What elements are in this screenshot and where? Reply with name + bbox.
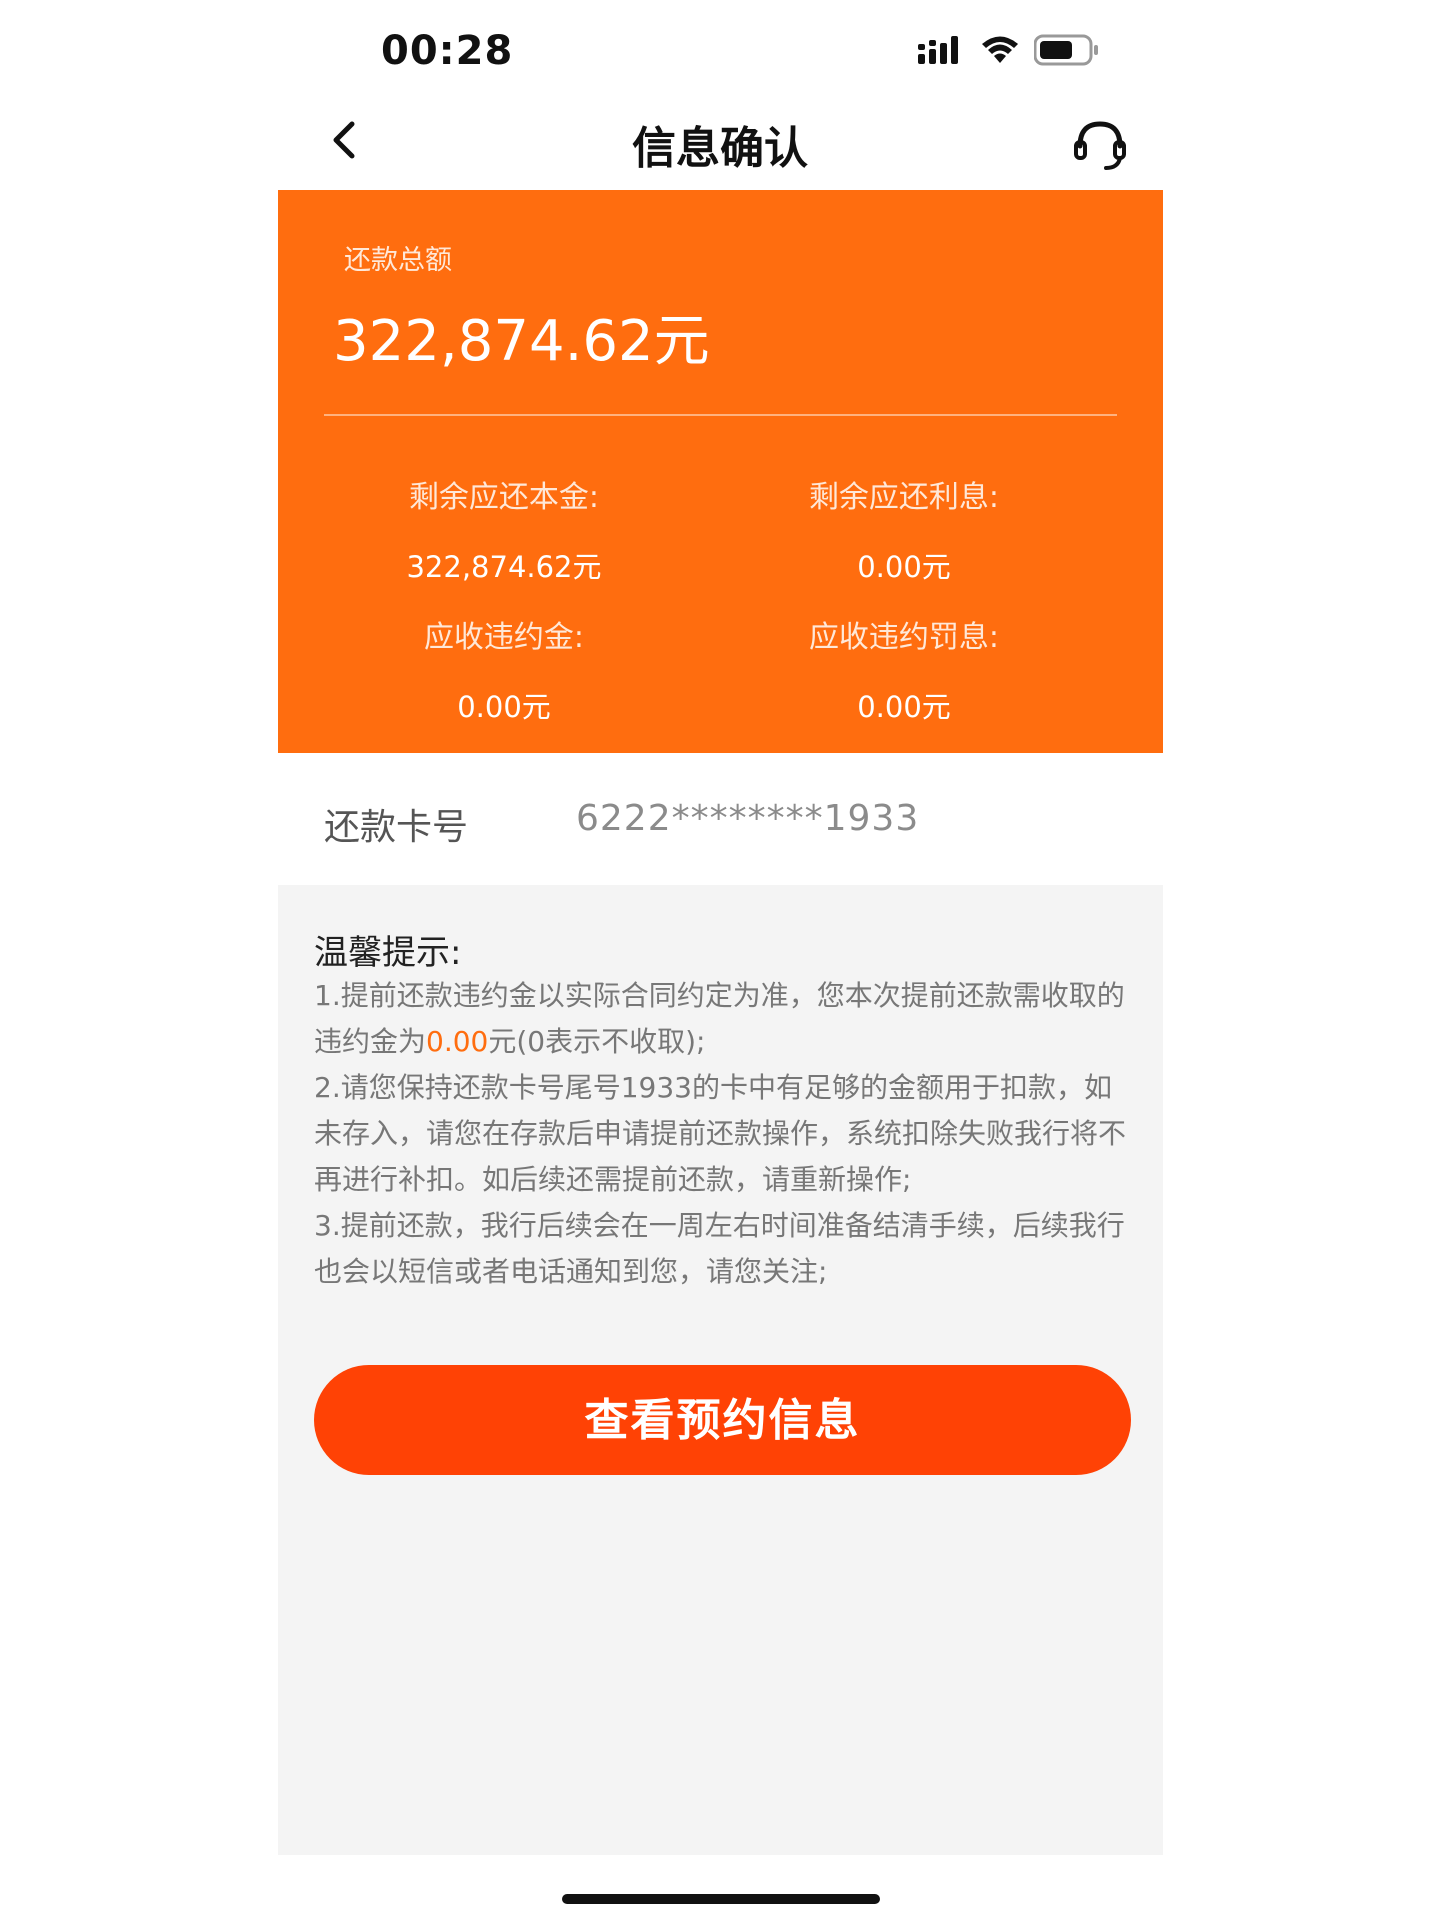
tip-item-1: 1.提前还款违约金以实际合同约定为准，您本次提前还款需收取的违约金为0.00元(… — [314, 973, 1134, 1065]
tip-item-3: 3.提前还款，我行后续会在一周左右时间准备结清手续，后续我行也会以短信或者电话通… — [314, 1209, 1125, 1288]
tips-section: 温馨提示: 1.提前还款违约金以实际合同约定为准，您本次提前还款需收取的违约金为… — [278, 885, 1163, 1855]
battery-icon — [1034, 34, 1098, 66]
remaining-principal-value: 322,874.62元 — [406, 550, 602, 584]
divider — [324, 414, 1117, 416]
penalty-fee-label: 应收违约金: — [423, 620, 585, 655]
repayment-summary-panel: 还款总额 322,874.62元 剩余应还本金: 322,874.62元 剩余应… — [278, 190, 1163, 753]
cellular-signal-icon — [918, 36, 958, 64]
remaining-interest-label: 剩余应还利息: — [808, 480, 1000, 515]
headset-icon — [1074, 121, 1126, 170]
customer-service-button[interactable] — [1068, 112, 1132, 176]
remaining-principal: 剩余应还本金: 322,874.62元 — [304, 472, 704, 586]
home-indicator[interactable] — [562, 1894, 880, 1904]
tip-item-2: 2.请您保持还款卡号尾号1933的卡中有足够的金额用于扣款，如未存入，请您在存款… — [314, 1071, 1127, 1196]
repayment-card-row: 还款卡号 6222********1933 — [278, 753, 1163, 885]
tip-1-suffix: 元(0表示不收取); — [488, 1025, 706, 1058]
penalty-interest-label: 应收违约罚息: — [808, 620, 1000, 655]
total-amount: 322,874.62元 — [333, 309, 710, 374]
wifi-icon — [982, 36, 1018, 63]
penalty-fee-value: 0.00元 — [457, 690, 551, 724]
status-time: 00:28 — [381, 28, 514, 74]
penalty-interest: 应收违约罚息: 0.00元 — [704, 612, 1104, 726]
status-icons — [918, 34, 1100, 66]
card-number: 6222********1933 — [576, 798, 920, 839]
tip-1-amount: 0.00 — [426, 1025, 489, 1058]
page-title: 信息确认 — [632, 123, 808, 174]
card-label: 还款卡号 — [324, 807, 469, 848]
tips-title: 温馨提示: — [314, 933, 462, 973]
view-reservation-button[interactable]: 查看预约信息 — [314, 1365, 1131, 1475]
remaining-interest: 剩余应还利息: 0.00元 — [704, 472, 1104, 586]
remaining-interest-value: 0.00元 — [857, 550, 951, 584]
total-label: 还款总额 — [344, 245, 452, 276]
remaining-principal-label: 剩余应还本金: — [408, 480, 600, 515]
tips-body: 1.提前还款违约金以实际合同约定为准，您本次提前还款需收取的违约金为0.00元(… — [314, 973, 1134, 1295]
penalty-fee: 应收违约金: 0.00元 — [304, 612, 704, 726]
penalty-interest-value: 0.00元 — [857, 690, 951, 724]
